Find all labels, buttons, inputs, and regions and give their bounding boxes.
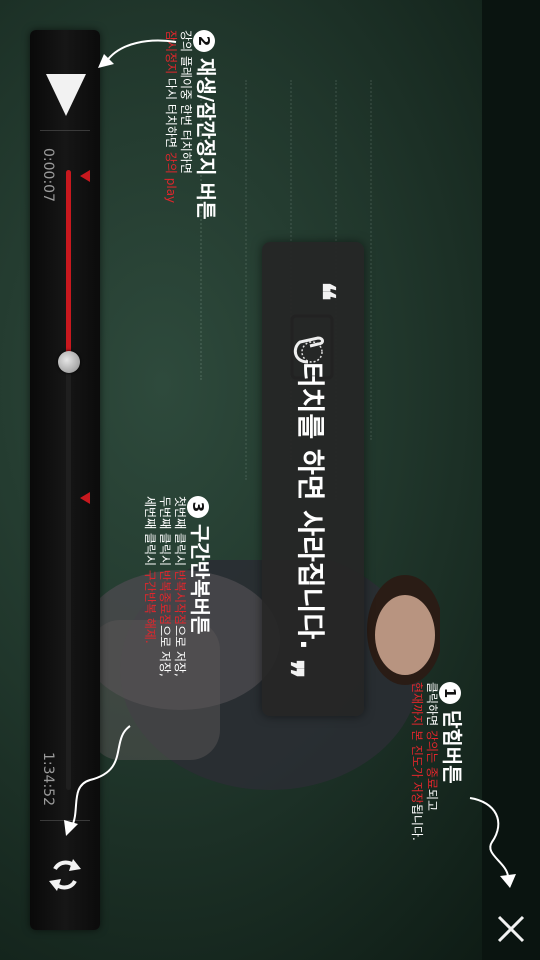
help-repeat-line3: 세번째 클릭시 구간반복 해제. xyxy=(143,496,157,644)
close-quote: ❞ xyxy=(268,659,311,679)
teacher-image xyxy=(80,560,440,790)
help-close-title: 1닫힘버튼 xyxy=(439,682,468,841)
help-close-line2: 현재까지 본 진도가 저장됩니다. xyxy=(410,682,424,841)
help-play-pause-title: 2재생/잠깐정지 버튼 xyxy=(193,30,222,219)
repeat-start-marker xyxy=(80,170,90,182)
repeat-end-marker xyxy=(80,492,90,505)
help-repeat-title: 3구간반복버튼 xyxy=(187,496,216,677)
help-number-badge: 3 xyxy=(187,496,210,518)
help-repeat-line1: 첫번째 클릭시 반복시작점으로 저장, xyxy=(173,496,187,677)
help-play-pause: 2재생/잠깐정지 버튼 강의 플레이중 한번 터치하면 잠시정지 다시 터치하면… xyxy=(163,30,222,219)
video-player-screen[interactable]: 0:00:07 1:34:52 ❝ 터치를 하면 사라집니다. ❞ 2재생/잠깐… xyxy=(0,0,540,960)
seek-bar[interactable] xyxy=(66,170,71,790)
open-quote: ❝ xyxy=(300,281,343,301)
help-play-pause-line2: 잠시정지 다시 터치하면 강의 play xyxy=(164,30,178,204)
help-play-pause-line1: 강의 플레이중 한번 터치하면 xyxy=(179,30,193,174)
divider xyxy=(40,820,90,821)
help-close: 1닫힘버튼 클릭하면 강의는 종료되고 현재까지 본 진도가 저장됩니다. xyxy=(409,682,468,841)
overlay-message: 터치를 하면 사라집니다. xyxy=(294,362,327,650)
right-strip xyxy=(482,0,540,960)
help-repeat: 3구간반복버튼 첫번째 클릭시 반복시작점으로 저장, 두번째 클릭시 반복종료… xyxy=(142,496,216,677)
repeat-icon[interactable] xyxy=(47,855,83,895)
seek-bar-progress xyxy=(66,170,71,363)
close-icon[interactable] xyxy=(490,908,532,950)
tooltip-overlay[interactable]: ❝ 터치를 하면 사라집니다. ❞ xyxy=(262,242,364,716)
help-number-badge: 2 xyxy=(193,30,216,52)
total-time: 1:34:52 xyxy=(40,752,56,806)
player-control-bar: 0:00:07 1:34:52 xyxy=(30,30,100,930)
elapsed-time: 0:00:07 xyxy=(40,148,56,202)
seek-knob[interactable] xyxy=(57,351,80,374)
board-writing xyxy=(370,80,392,440)
help-number-badge: 1 xyxy=(439,682,462,704)
help-close-line1: 클릭하면 강의는 종료되고 xyxy=(425,682,439,812)
help-repeat-line2: 두번째 클릭시 반복종료점으로 저장, xyxy=(158,496,172,677)
play-icon[interactable] xyxy=(44,70,88,120)
divider xyxy=(40,130,90,131)
